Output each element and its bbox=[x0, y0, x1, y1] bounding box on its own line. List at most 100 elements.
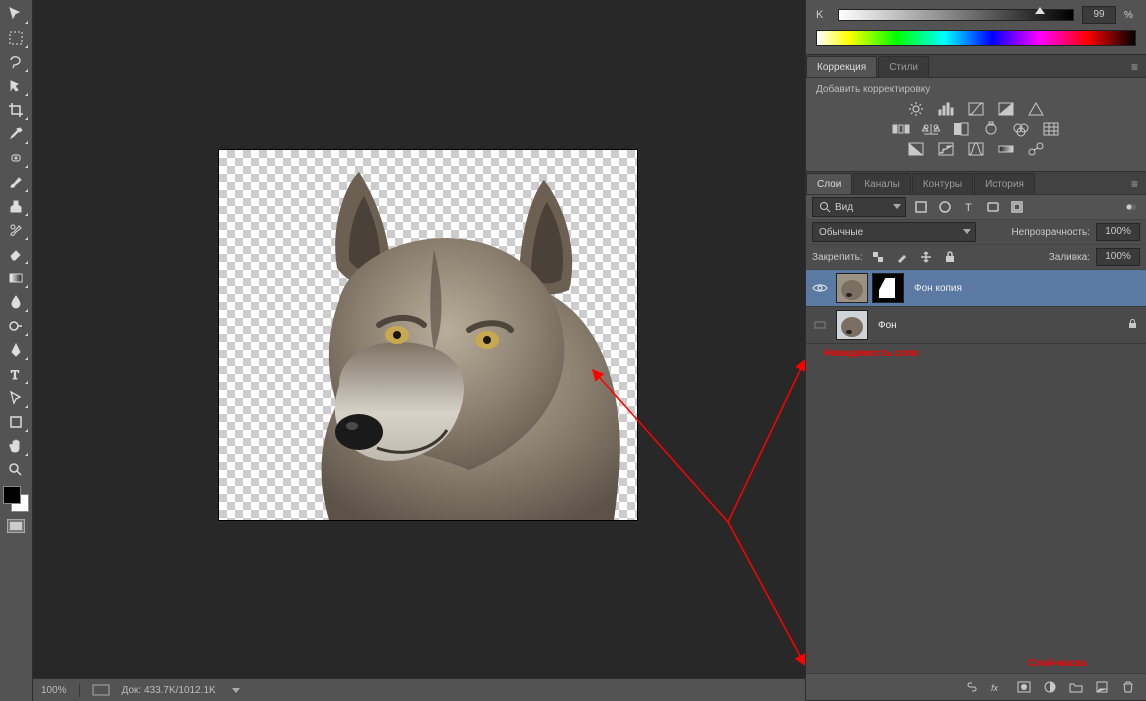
path-select-tool[interactable] bbox=[2, 386, 30, 410]
layer-row[interactable]: Фон bbox=[806, 307, 1146, 344]
hand-tool[interactable] bbox=[2, 434, 30, 458]
adj-threshold-icon[interactable] bbox=[966, 141, 986, 157]
blur-tool[interactable] bbox=[2, 290, 30, 314]
lasso-tool[interactable] bbox=[2, 50, 30, 74]
color-swatches[interactable] bbox=[3, 486, 29, 512]
adj-exposure-icon[interactable] bbox=[996, 101, 1016, 117]
layer-thumb[interactable] bbox=[836, 273, 868, 303]
color-unit: % bbox=[1124, 10, 1136, 21]
visibility-toggle[interactable] bbox=[806, 282, 834, 294]
color-value[interactable]: 99 bbox=[1082, 6, 1116, 24]
adj-photo-filter-icon[interactable] bbox=[981, 121, 1001, 137]
filter-type-icon[interactable]: T bbox=[960, 199, 978, 215]
eyedropper-tool[interactable] bbox=[2, 122, 30, 146]
shape-tool[interactable] bbox=[2, 410, 30, 434]
dodge-tool[interactable] bbox=[2, 314, 30, 338]
delete-layer-icon[interactable] bbox=[1120, 679, 1136, 695]
lock-all-icon[interactable] bbox=[941, 249, 959, 265]
zoom-tool[interactable] bbox=[2, 458, 30, 482]
status-bar: 100% Док: 433.7K/1012.1K bbox=[33, 678, 805, 701]
adj-selective-icon[interactable] bbox=[1026, 141, 1046, 157]
adjustments-subtitle: Добавить корректировку bbox=[816, 84, 1136, 95]
lock-pixels-icon[interactable] bbox=[893, 249, 911, 265]
layer-filter-dropdown[interactable]: Вид bbox=[812, 197, 906, 217]
layers-menu[interactable]: ≡ bbox=[1123, 174, 1146, 194]
new-group-icon[interactable] bbox=[1068, 679, 1084, 695]
document-canvas[interactable] bbox=[219, 150, 637, 520]
eraser-tool[interactable] bbox=[2, 242, 30, 266]
adj-invert-icon[interactable] bbox=[906, 141, 926, 157]
type-tool[interactable]: T bbox=[2, 362, 30, 386]
adj-balance-icon[interactable] bbox=[921, 121, 941, 137]
adj-vibrance-icon[interactable] bbox=[1026, 101, 1046, 117]
doc-size-icon bbox=[92, 684, 110, 696]
opacity-label: Непрозрачность: bbox=[1011, 227, 1090, 238]
lock-label: Закрепить: bbox=[812, 252, 863, 263]
zoom-level[interactable]: 100% bbox=[41, 685, 67, 696]
filter-pixel-icon[interactable] bbox=[912, 199, 930, 215]
heal-tool[interactable] bbox=[2, 146, 30, 170]
lock-transparent-icon[interactable] bbox=[869, 249, 887, 265]
adjustments-menu[interactable]: ≡ bbox=[1123, 57, 1146, 77]
color-channel-label: K bbox=[816, 9, 830, 21]
tab-channels[interactable]: Каналы bbox=[853, 173, 911, 194]
adj-channel-mixer-icon[interactable] bbox=[1011, 121, 1031, 137]
lock-icon bbox=[1127, 318, 1138, 332]
filter-smart-icon[interactable] bbox=[1008, 199, 1026, 215]
adj-gradient-map-icon[interactable] bbox=[996, 141, 1016, 157]
link-layers-icon[interactable] bbox=[964, 679, 980, 695]
marquee-tool[interactable] bbox=[2, 26, 30, 50]
layers-footer: fx bbox=[806, 673, 1146, 700]
right-panel-stack: K 99 % Коррекция Стили ≡ Добавить коррек… bbox=[805, 0, 1146, 701]
tab-history[interactable]: История bbox=[974, 173, 1035, 194]
tab-paths[interactable]: Контуры bbox=[912, 173, 973, 194]
layer-thumb[interactable] bbox=[836, 310, 868, 340]
history-brush-tool[interactable] bbox=[2, 218, 30, 242]
fill-value[interactable]: 100% bbox=[1096, 248, 1140, 266]
document-info: Док: 433.7K/1012.1K bbox=[122, 685, 216, 696]
adj-posterize-icon[interactable] bbox=[936, 141, 956, 157]
color-panel: K 99 % bbox=[806, 0, 1146, 55]
svg-text:T: T bbox=[965, 202, 972, 214]
new-layer-icon[interactable] bbox=[1094, 679, 1110, 695]
color-spectrum[interactable] bbox=[816, 30, 1136, 46]
move-tool[interactable] bbox=[2, 2, 30, 26]
pen-tool[interactable] bbox=[2, 338, 30, 362]
adj-hue-icon[interactable] bbox=[891, 121, 911, 137]
lock-position-icon[interactable] bbox=[917, 249, 935, 265]
tab-styles[interactable]: Стили bbox=[878, 56, 929, 77]
layers-list: Фон копия Фон Невидимость слоя Слой-маск… bbox=[806, 270, 1146, 673]
layers-panel: Слои Каналы Контуры История ≡ Вид T bbox=[806, 172, 1146, 701]
tab-layers[interactable]: Слои bbox=[806, 173, 852, 194]
filter-shape-icon[interactable] bbox=[984, 199, 1002, 215]
layer-name[interactable]: Фон bbox=[878, 320, 897, 331]
crop-tool[interactable] bbox=[2, 98, 30, 122]
brush-tool[interactable] bbox=[2, 170, 30, 194]
filter-toggle[interactable] bbox=[1122, 199, 1140, 215]
new-adjustment-icon[interactable] bbox=[1042, 679, 1058, 695]
add-mask-icon[interactable] bbox=[1016, 679, 1032, 695]
stamp-tool[interactable] bbox=[2, 194, 30, 218]
tab-adjustments[interactable]: Коррекция bbox=[806, 56, 877, 77]
filter-adjust-icon[interactable] bbox=[936, 199, 954, 215]
opacity-value[interactable]: 100% bbox=[1096, 223, 1140, 241]
adj-bw-icon[interactable] bbox=[951, 121, 971, 137]
blend-mode-dropdown[interactable]: Обычные bbox=[812, 222, 976, 242]
adj-curves-icon[interactable] bbox=[966, 101, 986, 117]
adj-lookup-icon[interactable] bbox=[1041, 121, 1061, 137]
svg-text:fx: fx bbox=[991, 683, 999, 693]
quick-mask-toggle[interactable] bbox=[3, 516, 29, 536]
adj-brightness-icon[interactable] bbox=[906, 101, 926, 117]
color-slider[interactable] bbox=[838, 9, 1074, 21]
visibility-toggle[interactable] bbox=[806, 319, 834, 331]
doc-info-menu[interactable] bbox=[232, 688, 240, 693]
adjustments-panel: Коррекция Стили ≡ Добавить корректировку bbox=[806, 55, 1146, 172]
gradient-tool[interactable] bbox=[2, 266, 30, 290]
canvas-viewport[interactable] bbox=[33, 0, 805, 678]
layer-name[interactable]: Фон копия bbox=[914, 283, 962, 294]
layer-row[interactable]: Фон копия bbox=[806, 270, 1146, 307]
adj-levels-icon[interactable] bbox=[936, 101, 956, 117]
quick-select-tool[interactable] bbox=[2, 74, 30, 98]
layer-mask-thumb[interactable] bbox=[872, 273, 904, 303]
fx-icon[interactable]: fx bbox=[990, 679, 1006, 695]
